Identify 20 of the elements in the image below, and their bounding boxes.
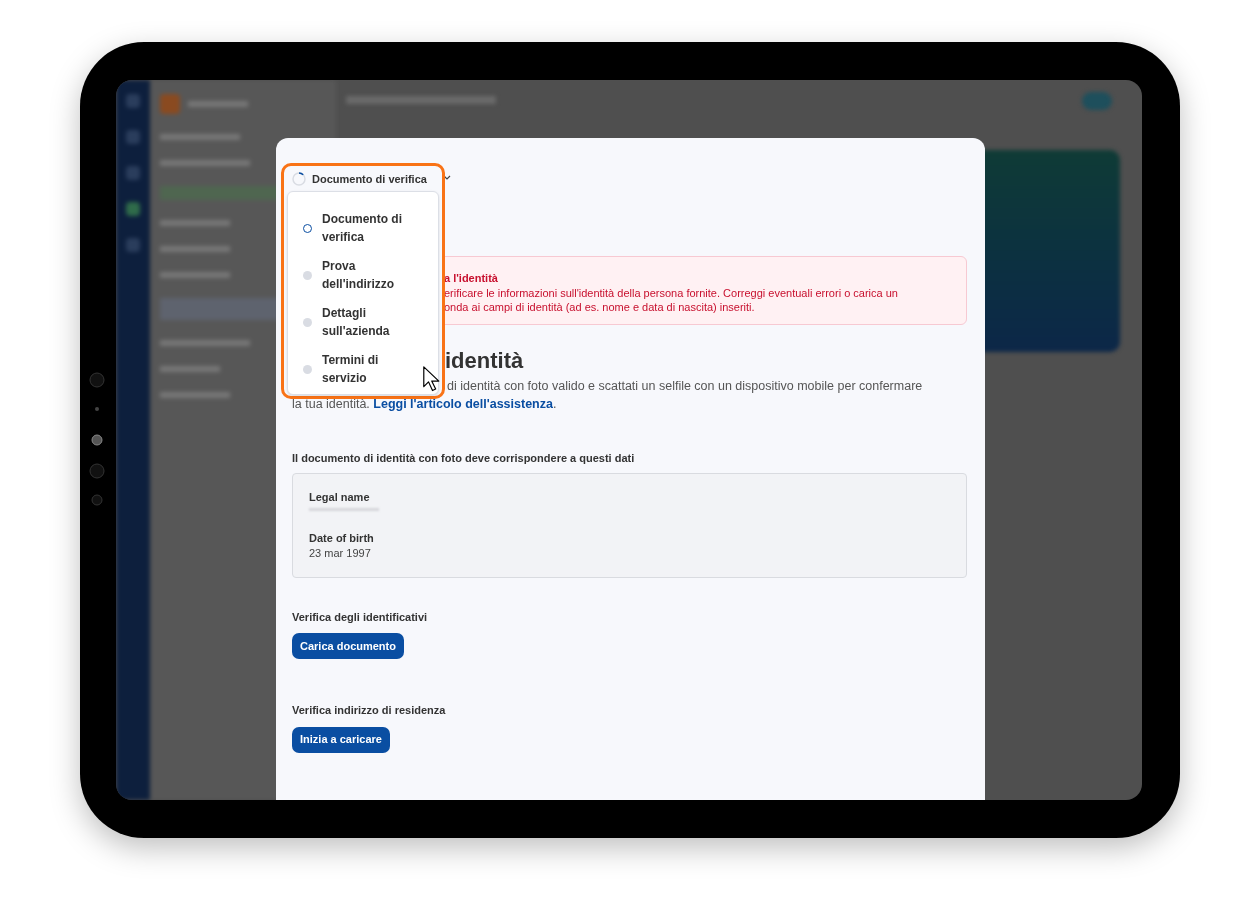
help-article-link[interactable]: Leggi l'articolo dell'assistenza <box>373 397 553 411</box>
upload-button[interactable]: Inizia a caricare <box>292 726 390 753</box>
section-label: Il documento di identità con foto deve corrispondere a questi dati <box>292 451 636 466</box>
step-item[interactable]: Termini di servizio <box>322 351 422 387</box>
page-heading: identità <box>445 347 525 375</box>
step-selector[interactable]: Documento di verifica <box>284 167 442 191</box>
step-item[interactable]: Documento di verifica <box>322 210 422 246</box>
description-text: di identità con foto valido e scattati un selfile con un dispositivo mobile per confermare <box>447 378 924 395</box>
upload-button[interactable]: Carica documento <box>292 633 404 659</box>
field-label: Date of birth <box>309 530 375 545</box>
progress-ring-icon <box>292 172 306 186</box>
alert-text: onda ai campi di identità (ad es. nome e data di nascita) inseriti. <box>444 300 756 314</box>
section-label: Verifica indirizzo di residenza <box>292 703 447 718</box>
description-text: la tua identità. Leggi l'articolo dell'assistenza. <box>292 396 558 413</box>
alert-text: erificare le informazioni sull'identità della persona fornite. Correggi eventuali errori o carica un <box>444 286 899 300</box>
section-label: Verifica degli identificativi <box>292 609 429 625</box>
field-value: 23 mar 1997 <box>309 545 372 561</box>
step-item[interactable]: Prova dell'indirizzo <box>322 257 422 293</box>
step-item[interactable]: Dettagli sull'azienda <box>322 304 422 340</box>
field-label: Legal name <box>309 489 371 504</box>
